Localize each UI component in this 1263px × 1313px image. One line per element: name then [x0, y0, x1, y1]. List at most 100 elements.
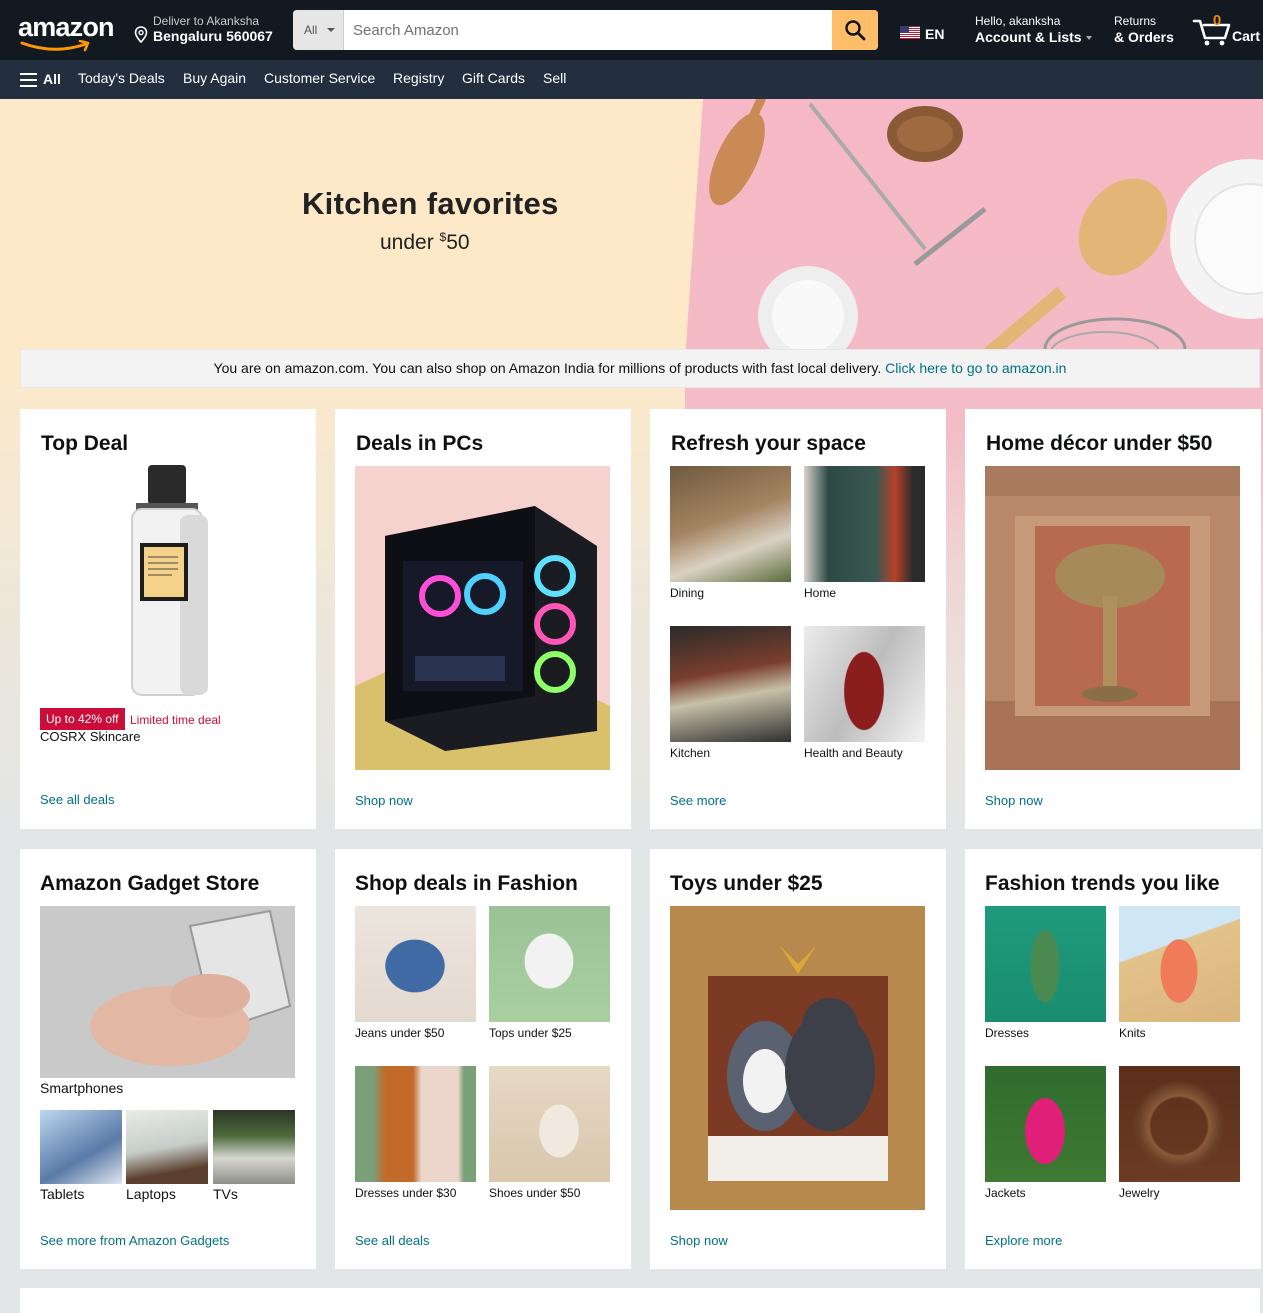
tile-health-and-beauty[interactable]: Health and Beauty	[804, 626, 925, 760]
see-more-link[interactable]: See more	[670, 793, 726, 808]
tile-knits[interactable]: Knits	[1119, 906, 1240, 1040]
dresses-image	[355, 1066, 476, 1182]
nav-link-buy-again[interactable]: Buy Again	[183, 70, 246, 86]
cosrx-product-image[interactable]	[120, 465, 230, 697]
tile-caption: Jeans under $50	[355, 1026, 445, 1040]
home-image	[804, 466, 925, 582]
see-all-deals-link[interactable]: See all deals	[40, 792, 114, 807]
hero-subtitle-prefix: under	[380, 231, 440, 254]
dining-image	[670, 466, 791, 582]
deliver-location: Bengaluru 560067	[153, 28, 273, 44]
tile-caption: Jewelry	[1119, 1186, 1160, 1200]
search-category-label: All	[304, 23, 318, 37]
jewelry-image	[1119, 1066, 1240, 1182]
tile-smartphones[interactable]	[40, 906, 295, 1078]
language-selector[interactable]: EN	[900, 24, 950, 44]
tile-home[interactable]: Home	[804, 466, 925, 600]
deliver-label: Deliver to Akanksha	[153, 14, 260, 28]
card-refresh-your-space: Refresh your space Dining Home Kitchen H…	[650, 409, 946, 829]
next-row-card	[20, 1288, 1260, 1313]
account-and-lists[interactable]: Hello, akanksha Account & Lists	[975, 14, 1100, 48]
shop-now-link[interactable]: Shop now	[985, 793, 1043, 808]
sub-navbar: All Today's Deals Buy Again Customer Ser…	[0, 60, 1263, 99]
see-more-gadgets-link[interactable]: See more from Amazon Gadgets	[40, 1233, 229, 1248]
amazon-india-notice: You are on amazon.com. You can also shop…	[20, 349, 1260, 388]
hero-subtitle-amount: 50	[446, 231, 470, 254]
tile-caption: Shoes under $50	[489, 1186, 581, 1200]
gaming-pc-image[interactable]	[355, 466, 610, 770]
notice-text: You are on amazon.com. You can also shop…	[213, 360, 886, 376]
search-button[interactable]	[832, 10, 878, 50]
nav-link-todays-deals[interactable]: Today's Deals	[78, 70, 165, 86]
tile-caption: Health and Beauty	[804, 746, 903, 760]
amazon-logo[interactable]: amazon	[16, 10, 118, 52]
tile-tablets[interactable]: Tablets	[40, 1110, 122, 1202]
home-decor-image[interactable]	[985, 466, 1240, 770]
hero-subtitle: under $50	[380, 230, 470, 255]
us-flag-icon	[900, 26, 920, 39]
tile-caption: Laptops	[126, 1186, 176, 1202]
language-code: EN	[925, 26, 945, 42]
account-greeting: Hello, akanksha	[975, 14, 1061, 28]
card-shop-deals-in-fashion: Shop deals in Fashion Jeans under $50 To…	[335, 849, 631, 1269]
nav-link-gift-cards[interactable]: Gift Cards	[462, 70, 525, 86]
dresses-trend-image	[985, 906, 1106, 1022]
discount-badge[interactable]: Up to 42% off	[40, 708, 125, 730]
tile-jewelry[interactable]: Jewelry	[1119, 1066, 1240, 1200]
search-bar: All	[293, 10, 878, 50]
card-title: Refresh your space	[671, 432, 866, 455]
cart-count: 0	[1212, 12, 1222, 29]
nav-link-customer-service[interactable]: Customer Service	[264, 70, 375, 86]
tile-tops[interactable]: Tops under $25	[489, 906, 610, 1040]
chevron-down-icon	[327, 28, 335, 32]
tile-caption: Jackets	[985, 1186, 1026, 1200]
laptops-image	[126, 1110, 208, 1184]
shop-now-link[interactable]: Shop now	[355, 793, 413, 808]
search-category-dropdown[interactable]: All	[293, 10, 344, 50]
caret-down-icon	[1085, 36, 1092, 41]
tile-caption: Home	[804, 586, 837, 600]
returns-and-orders[interactable]: Returns & Orders	[1114, 14, 1184, 48]
tile-jackets[interactable]: Jackets	[985, 1066, 1106, 1200]
tablets-image	[40, 1110, 122, 1184]
shop-now-link[interactable]: Shop now	[670, 1233, 728, 1248]
logo-text: amazon	[18, 12, 115, 42]
nav-link-registry[interactable]: Registry	[393, 70, 444, 86]
cart-label: Cart	[1232, 28, 1261, 44]
nav-link-sell[interactable]: Sell	[543, 70, 566, 86]
tile-caption: TVs	[213, 1186, 238, 1202]
card-toys-under-25: Toys under $25 Shop now	[650, 849, 946, 1269]
card-fashion-trends: Fashion trends you like Dresses Knits Ja…	[965, 849, 1261, 1269]
search-input[interactable]	[345, 10, 832, 50]
tile-shoes[interactable]: Shoes under $50	[489, 1066, 610, 1200]
toys-image[interactable]	[670, 906, 925, 1210]
tile-laptops[interactable]: Laptops	[126, 1110, 208, 1202]
tile-jeans[interactable]: Jeans under $50	[355, 906, 476, 1040]
deliver-to-location[interactable]: Deliver to Akanksha Bengaluru 560067	[134, 14, 284, 48]
tile-dresses-trends[interactable]: Dresses	[985, 906, 1106, 1040]
all-menu-label: All	[43, 71, 61, 87]
tops-image	[489, 906, 610, 1022]
tile-caption: Smartphones	[40, 1080, 124, 1096]
shoes-image	[489, 1066, 610, 1182]
explore-more-link[interactable]: Explore more	[985, 1233, 1062, 1248]
smartphone-image	[40, 906, 295, 1078]
tile-kitchen[interactable]: Kitchen	[670, 626, 791, 760]
tile-caption: Tablets	[40, 1186, 85, 1202]
returns-label: Returns	[1114, 14, 1157, 28]
top-navbar: amazon Deliver to Akanksha Bengaluru 560…	[0, 0, 1263, 60]
cart-button[interactable]: 0 Cart	[1192, 10, 1263, 50]
account-lists-label: Account & Lists	[975, 29, 1082, 45]
tile-dresses-fashion[interactable]: Dresses under $30	[355, 1066, 476, 1200]
see-all-deals-link[interactable]: See all deals	[355, 1233, 429, 1248]
tile-tvs[interactable]: TVs	[213, 1110, 295, 1202]
card-amazon-gadget-store: Amazon Gadget Store Smartphones Tablets …	[20, 849, 316, 1269]
tile-caption: Knits	[1119, 1026, 1146, 1040]
deal-product-name[interactable]: COSRX Skincare	[40, 729, 140, 744]
go-to-amazon-in-link[interactable]: Click here to go to amazon.in	[885, 360, 1066, 376]
card-title: Amazon Gadget Store	[40, 872, 260, 895]
orders-label: & Orders	[1114, 29, 1174, 45]
tile-dining[interactable]: Dining	[670, 466, 791, 600]
knits-image	[1119, 906, 1240, 1022]
search-icon	[845, 20, 866, 41]
